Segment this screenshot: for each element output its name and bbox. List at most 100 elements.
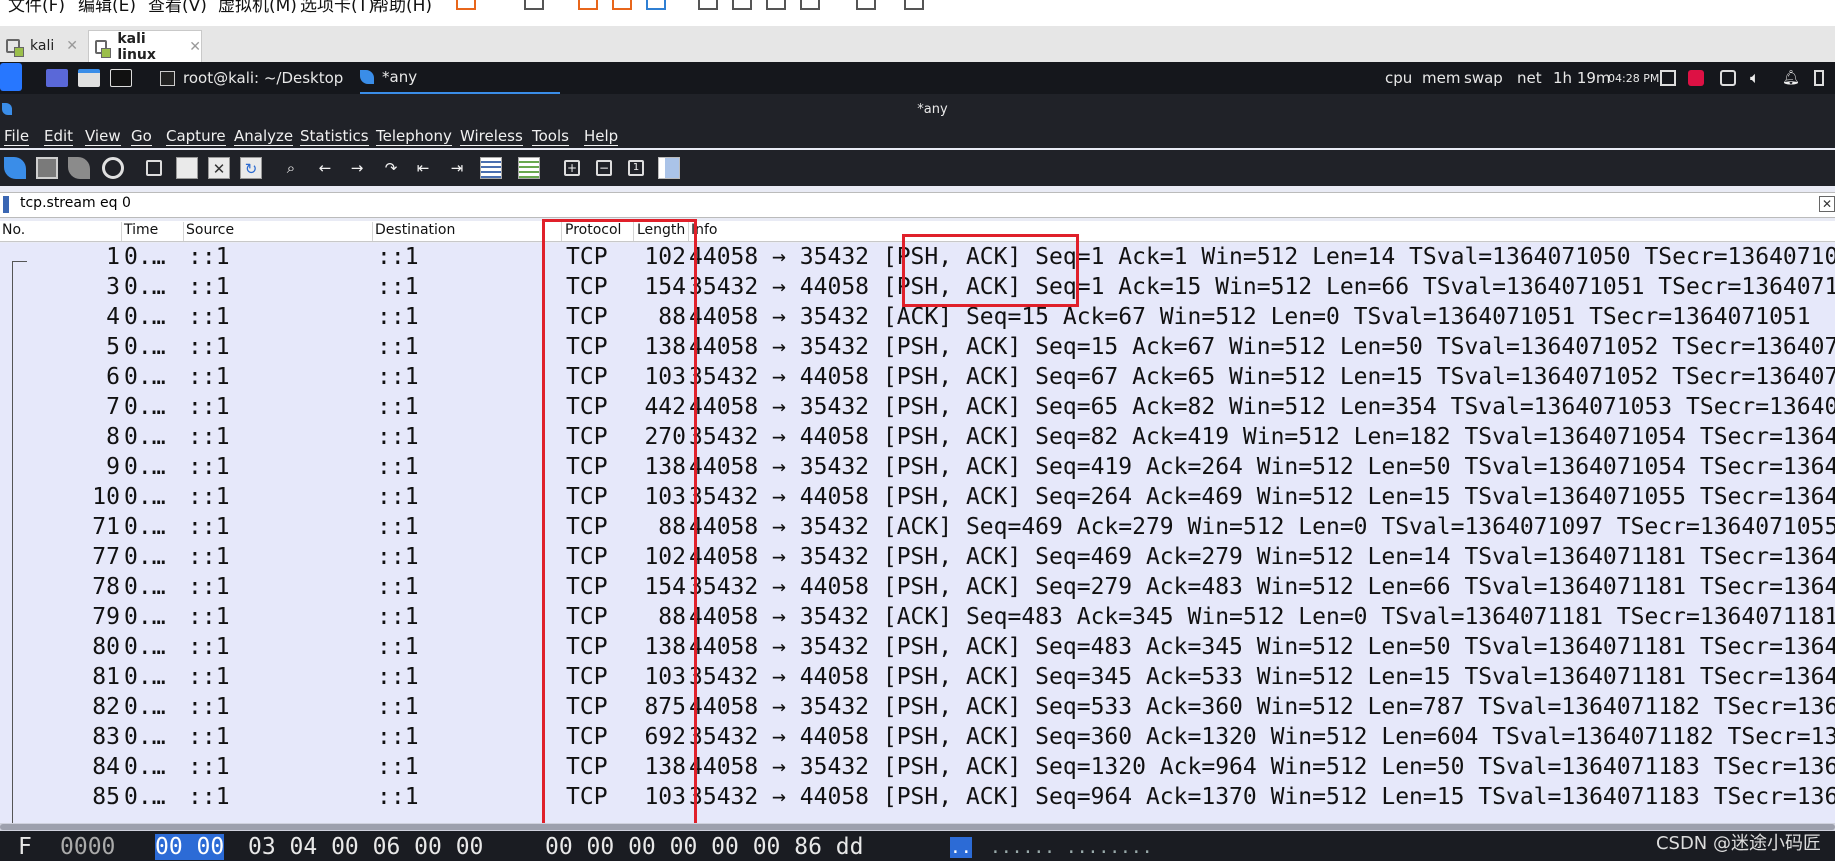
reload-file-icon[interactable]: ↻ — [240, 157, 262, 179]
snapshot-icon[interactable] — [578, 0, 598, 10]
packet-list[interactable]: 1 0.…::1::1 TCP 102 44058 → 35432 [PSH, ACK]… — [0, 243, 1835, 823]
table-row[interactable]: 77 0.…::1::1 TCP 102 44058 → 35432 [PSH, ACK… — [0, 543, 1835, 573]
table-row[interactable]: 85 0.…::1::1 TCP 103 35432 → 44058 [PSH, ACK… — [0, 783, 1835, 813]
host-menu-edit[interactable]: 编辑(E) — [78, 0, 136, 16]
go-forward-icon[interactable]: → — [346, 157, 368, 179]
notification-bell-icon[interactable]: 🔔︎ — [1782, 70, 1800, 86]
go-back-icon[interactable]: ← — [314, 157, 336, 179]
zoom-in-icon[interactable]: + — [564, 160, 580, 176]
column-destination[interactable]: Destination — [373, 222, 562, 241]
column-no[interactable]: No. — [0, 222, 122, 241]
column-length[interactable]: Length — [634, 222, 689, 241]
pause-icon[interactable] — [456, 0, 476, 10]
cpu-monitor[interactable]: cpu — [1385, 69, 1412, 87]
clear-filter-icon[interactable]: ✕ — [1819, 196, 1835, 212]
display-icon[interactable] — [1660, 70, 1676, 86]
capture-options-icon[interactable] — [102, 157, 124, 179]
taskbar-wireshark[interactable]: *any — [360, 62, 560, 94]
table-row[interactable]: 84 0.…::1::1 TCP 138 44058 → 35432 [PSH, ACK… — [0, 753, 1835, 783]
display-filter-input[interactable]: tcp.stream eq 0 — [20, 195, 131, 211]
kali-menu-icon[interactable] — [0, 63, 22, 91]
table-row[interactable]: 6 0.…::1::1 TCP 103 35432 → 44058 [PSH, ACK]… — [0, 363, 1835, 393]
bytes-hex-a[interactable]: 03 04 00 06 00 00 — [248, 834, 483, 860]
menu-analyze[interactable]: Analyze — [234, 127, 294, 146]
menu-capture[interactable]: Capture — [166, 127, 226, 146]
revert-snapshot-icon[interactable] — [612, 0, 632, 10]
column-source[interactable]: Source — [184, 222, 373, 241]
clock[interactable]: 04:28 PM — [1608, 72, 1659, 85]
table-row[interactable]: 7 0.…::1::1 TCP 442 44058 → 35432 [PSH, ACK]… — [0, 393, 1835, 423]
terminal-icon[interactable] — [110, 69, 132, 87]
find-packet-icon[interactable]: ⌕ — [280, 157, 302, 179]
normal-size-icon[interactable]: 1 — [628, 160, 644, 176]
view-stretch-icon[interactable] — [856, 0, 876, 10]
bytes-ascii[interactable]: ...... ........ — [990, 837, 1153, 858]
stop-capture-icon[interactable] — [36, 157, 58, 179]
auto-scroll-icon[interactable] — [480, 157, 502, 179]
host-menu-view[interactable]: 查看(V) — [148, 0, 207, 16]
battery-icon[interactable] — [1814, 70, 1824, 86]
bytes-ascii-selected[interactable]: .. — [950, 837, 972, 858]
go-first-packet-icon[interactable]: ⇤ — [412, 157, 434, 179]
save-file-icon[interactable] — [176, 157, 198, 179]
go-to-packet-icon[interactable]: ↷ — [380, 157, 402, 179]
menu-telephony[interactable]: Telephony — [376, 127, 452, 146]
column-protocol[interactable]: Protocol — [562, 222, 634, 241]
table-row[interactable]: 79 0.…::1::1 TCP 88 44058 → 35432 [ACK] Seq=… — [0, 603, 1835, 633]
close-file-icon[interactable]: ✕ — [208, 157, 230, 179]
snapshot-manager-icon[interactable] — [646, 0, 666, 10]
menu-statistics[interactable]: Statistics — [300, 127, 369, 146]
volume-icon[interactable]: 🔈︎ — [1750, 70, 1766, 86]
host-menu-vm[interactable]: 虚拟机(M) — [218, 0, 297, 16]
colorize-icon[interactable] — [518, 157, 540, 179]
scrollbar-thumb[interactable] — [0, 824, 1835, 830]
menu-go[interactable]: Go — [131, 127, 152, 146]
view-fit-icon[interactable] — [800, 0, 820, 10]
table-row[interactable]: 78 0.…::1::1 TCP 154 35432 → 44058 [PSH, ACK… — [0, 573, 1835, 603]
table-row[interactable]: 71 0.…::1::1 TCP 88 44058 → 35432 [ACK] Seq=… — [0, 513, 1835, 543]
network-icon[interactable] — [1720, 70, 1736, 86]
table-row[interactable]: 83 0.…::1::1 TCP 692 35432 → 44058 [PSH, ACK… — [0, 723, 1835, 753]
menu-view[interactable]: View — [85, 127, 121, 146]
column-time[interactable]: Time — [122, 222, 184, 241]
table-row[interactable]: 82 0.…::1::1 TCP 875 44058 → 35432 [PSH, ACK… — [0, 693, 1835, 723]
table-row[interactable]: 3 0.…::1::1 TCP 154 35432 → 44058 [PSH, ACK]… — [0, 273, 1835, 303]
menu-wireless[interactable]: Wireless — [460, 127, 523, 146]
menu-edit[interactable]: Edit — [44, 127, 74, 146]
view-full-icon[interactable] — [732, 0, 752, 10]
menu-help[interactable]: Help — [584, 127, 619, 146]
bytes-selected[interactable]: 00 00 — [155, 834, 225, 860]
restart-capture-icon[interactable] — [68, 157, 90, 179]
menu-file[interactable]: File — [4, 127, 30, 146]
bookmark-icon[interactable] — [3, 196, 9, 213]
send-keys-icon[interactable] — [524, 0, 544, 10]
bytes-hex-b[interactable]: 00 00 00 00 00 00 86 dd — [545, 834, 864, 860]
start-capture-icon[interactable] — [4, 157, 26, 179]
column-info[interactable]: Info — [689, 222, 1835, 241]
view-console-icon[interactable] — [698, 0, 718, 10]
open-file-icon[interactable] — [146, 160, 162, 176]
taskbar-terminal[interactable]: root@kali: ~/Desktop — [160, 62, 343, 94]
table-row[interactable]: 8 0.…::1::1 TCP 270 35432 → 44058 [PSH, ACK]… — [0, 423, 1835, 453]
app-tray-icon[interactable] — [1688, 70, 1704, 86]
table-row[interactable]: 4 0.…::1::1 TCP 88 44058 → 35432 [ACK] Seq=1… — [0, 303, 1835, 333]
table-row[interactable]: 9 0.…::1::1 TCP 138 44058 → 35432 [PSH, ACK]… — [0, 453, 1835, 483]
horizontal-scrollbar[interactable] — [0, 823, 1835, 831]
mem-monitor[interactable]: mem — [1422, 69, 1460, 87]
table-row[interactable]: 10 0.…::1::1 TCP 103 35432 → 44058 [PSH, ACK… — [0, 483, 1835, 513]
zoom-out-icon[interactable]: − — [596, 160, 612, 176]
host-menu-tabs[interactable]: 选项卡(T) — [300, 0, 375, 16]
table-row[interactable]: 1 0.…::1::1 TCP 102 44058 → 35432 [PSH, ACK]… — [0, 243, 1835, 273]
resize-columns-icon[interactable] — [658, 157, 680, 179]
close-icon[interactable]: ✕ — [66, 38, 78, 54]
host-menu-file[interactable]: 文件(F) — [8, 0, 65, 16]
menu-tools[interactable]: Tools — [532, 127, 569, 146]
view-library-icon[interactable] — [904, 0, 924, 10]
table-row[interactable]: 5 0.…::1::1 TCP 138 44058 → 35432 [PSH, ACK]… — [0, 333, 1835, 363]
net-monitor[interactable]: net — [1517, 69, 1542, 87]
show-desktop-icon[interactable] — [46, 69, 68, 87]
vm-tab-kali-linux[interactable]: kali linux ✕ — [88, 30, 202, 63]
go-last-packet-icon[interactable]: ⇥ — [446, 157, 468, 179]
host-menu-help[interactable]: 帮助(H) — [372, 0, 432, 16]
file-manager-icon[interactable] — [78, 69, 100, 87]
